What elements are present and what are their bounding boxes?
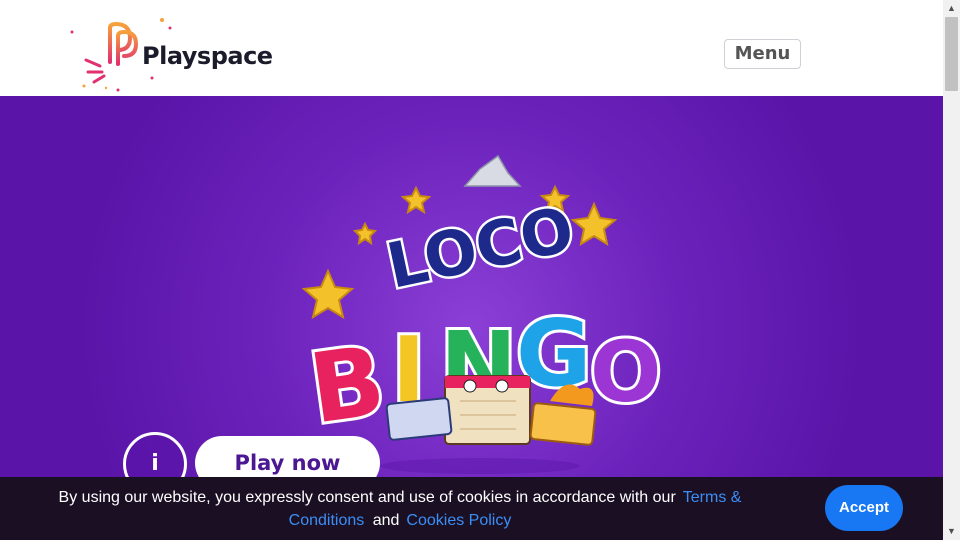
cookie-and-text: and — [372, 511, 400, 529]
scroll-up-arrow-icon[interactable]: ▲ — [943, 0, 960, 17]
svg-text:B: B — [303, 324, 391, 445]
accept-cookies-button[interactable]: Accept — [825, 485, 903, 531]
cookie-text: By using our website, you expressly cons… — [58, 488, 676, 506]
site-header: Playspace Menu — [0, 0, 943, 96]
logo-wordmark[interactable]: Playspace — [142, 42, 273, 70]
paper-hat-icon — [463, 154, 522, 187]
scroll-down-arrow-icon[interactable]: ▼ — [943, 523, 960, 540]
menu-button[interactable]: Menu — [724, 39, 801, 69]
cookies-policy-link[interactable]: Cookies Policy — [406, 512, 511, 529]
scrollbar-thumb[interactable] — [945, 17, 958, 91]
page: Playspace Menu LOCO B I N G O i Play now… — [0, 0, 943, 540]
loco-bingo-artwork[interactable]: LOCO B I N G O — [280, 151, 680, 476]
vertical-scrollbar[interactable]: ▲ ▼ — [943, 0, 960, 540]
svg-text:O: O — [590, 323, 661, 421]
cookie-message: By using our website, you expressly cons… — [40, 477, 760, 540]
cookie-banner: By using our website, you expressly cons… — [0, 477, 943, 540]
hero-banner: LOCO B I N G O i Play now — [0, 96, 943, 540]
